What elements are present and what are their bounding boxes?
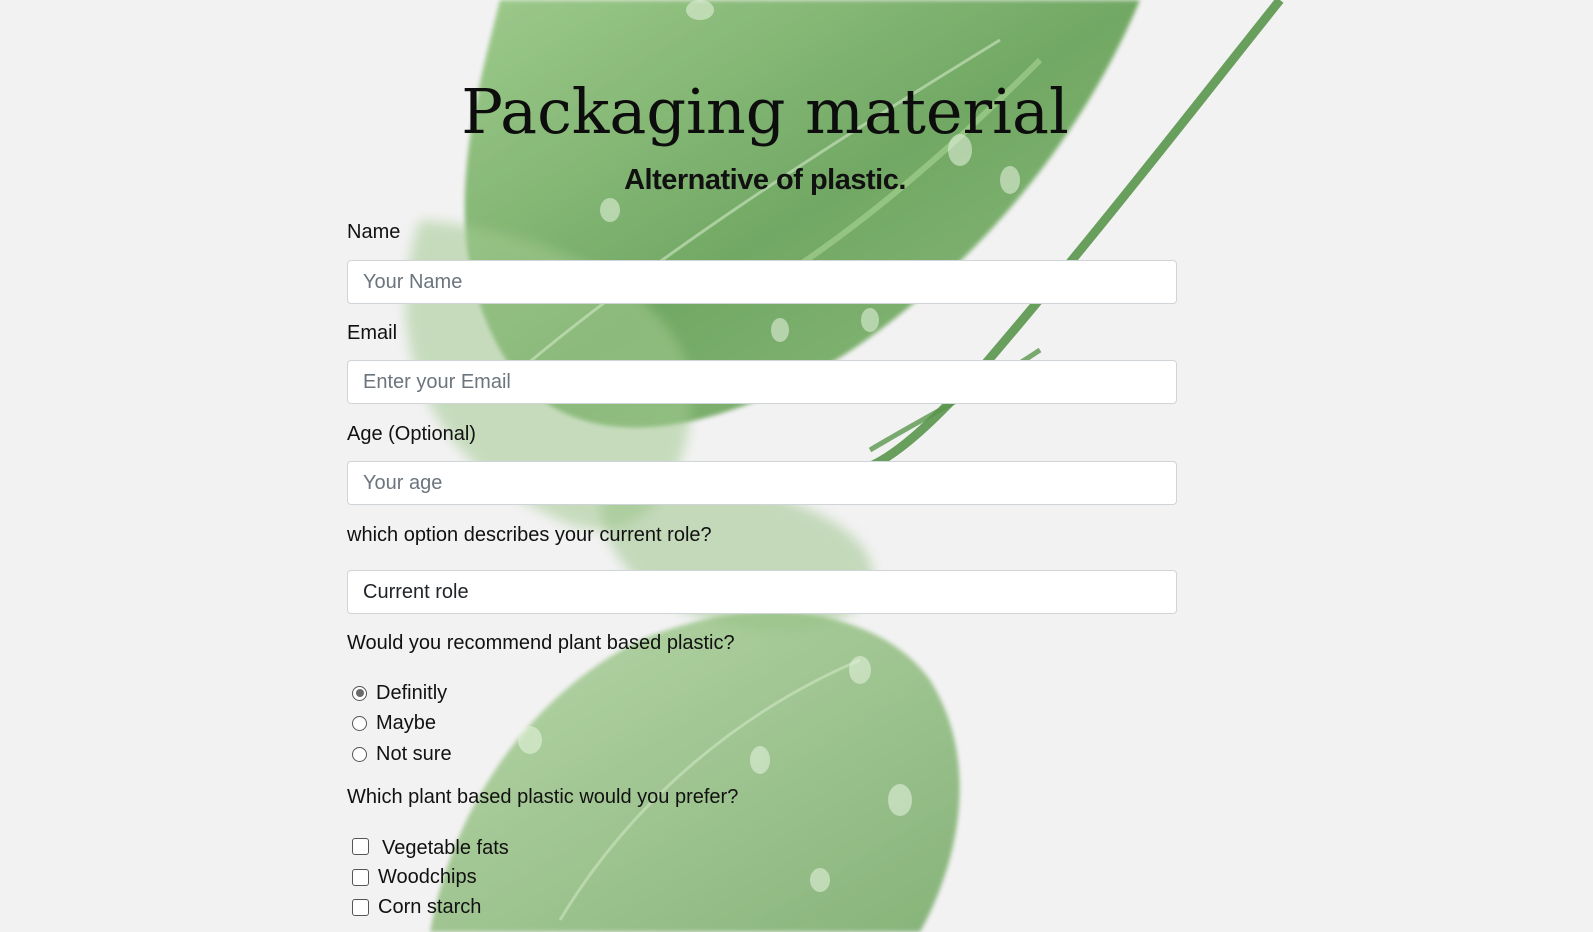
email-label: Email xyxy=(347,322,398,344)
prefer-option-corn-starch[interactable]: Corn starch xyxy=(352,894,481,920)
option-label: Definitly xyxy=(376,681,448,704)
name-input[interactable] xyxy=(347,260,1177,304)
role-select-value: Current role xyxy=(363,581,469,603)
prefer-label: Which plant based plastic would you pref… xyxy=(347,786,739,808)
option-label: Vegetable fats xyxy=(382,836,509,859)
role-label: which option describes your current role… xyxy=(347,524,712,546)
role-select[interactable]: Current role xyxy=(347,570,1177,614)
option-label: Maybe xyxy=(376,711,437,734)
checkbox[interactable] xyxy=(352,868,369,886)
option-label: Corn starch xyxy=(378,895,482,918)
radio-button[interactable] xyxy=(352,746,367,762)
page-title: Packaging material xyxy=(461,75,1069,148)
age-label: Age (Optional) xyxy=(347,423,476,445)
option-label: Woodchips xyxy=(378,865,477,888)
checkbox[interactable] xyxy=(352,837,369,855)
recommend-option-definitly[interactable]: Definitly xyxy=(352,680,447,706)
prefer-option-vegetable-fats[interactable]: Vegetable fats xyxy=(352,833,509,859)
checkbox[interactable] xyxy=(352,898,369,916)
prefer-option-woodchips[interactable]: Woodchips xyxy=(352,864,477,890)
radio-button[interactable] xyxy=(352,715,367,731)
page-subtitle: Alternative of plastic. xyxy=(624,164,906,196)
recommend-option-not-sure[interactable]: Not sure xyxy=(352,741,452,767)
email-input[interactable] xyxy=(347,360,1177,404)
name-label: Name xyxy=(347,221,401,243)
age-input[interactable] xyxy=(347,461,1177,505)
recommend-label: Would you recommend plant based plastic? xyxy=(347,632,735,654)
radio-button[interactable] xyxy=(352,685,367,701)
recommend-option-maybe[interactable]: Maybe xyxy=(352,710,436,736)
option-label: Not sure xyxy=(376,742,452,765)
